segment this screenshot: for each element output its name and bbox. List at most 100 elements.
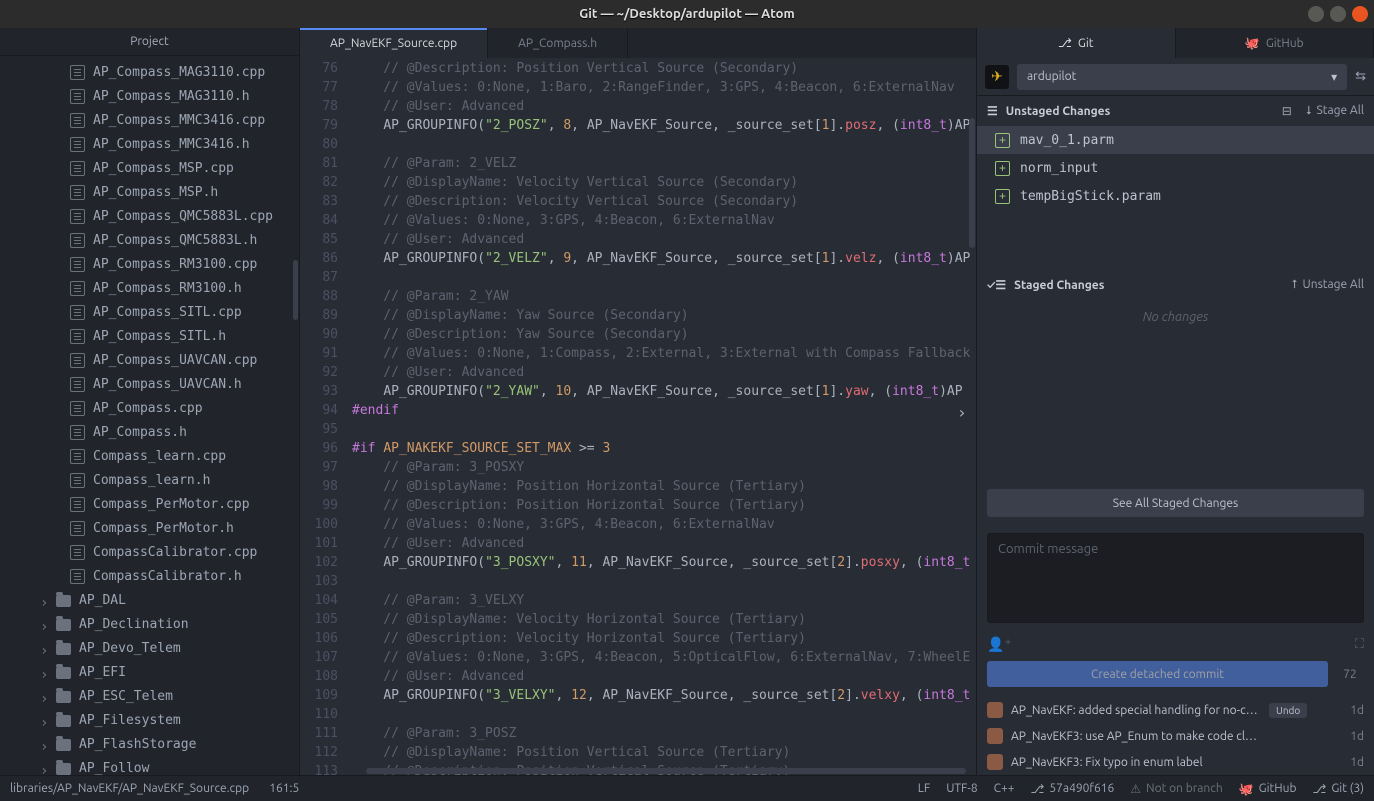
git-panel: ⎇ Git 🐙 GitHub ✈ ardupilot ▾ ⇆ ☰ Unstage… [976,28,1374,775]
editor-tabs: AP_NavEKF_Source.cppAP_Compass.h [300,28,976,58]
status-git[interactable]: ⎇ Git (3) [1313,782,1365,796]
folder-item[interactable]: AP_EFI [0,660,299,684]
folder-item[interactable]: AP_Follow [0,756,299,775]
file-label: Compass_PerMotor.h [93,521,234,536]
see-all-staged-button[interactable]: See All Staged Changes [987,489,1364,517]
file-label: Compass_PerMotor.cpp [93,497,250,512]
file-item[interactable]: AP_Compass_UAVCAN.h [0,372,299,396]
repo-selector[interactable]: ardupilot ▾ [1017,64,1347,90]
stage-all-button[interactable]: ⭣ Stage All [1306,104,1364,118]
file-item[interactable]: AP_Compass_QMC5883L.cpp [0,204,299,228]
folder-item[interactable]: AP_Devo_Telem [0,636,299,660]
code-scrollbar-h[interactable] [366,768,966,774]
change-filename: tempBigStick.param [1020,189,1161,204]
file-label: AP_Compass_SITL.h [93,329,226,344]
file-item[interactable]: AP_Compass_MSP.cpp [0,156,299,180]
change-filename: norm_input [1020,161,1098,176]
folder-label: AP_FlashStorage [79,737,196,752]
editor-tab[interactable]: AP_Compass.h [488,28,628,58]
file-item[interactable]: AP_Compass_UAVCAN.cpp [0,348,299,372]
file-item[interactable]: AP_Compass.h [0,420,299,444]
undo-button[interactable]: Undo [1269,703,1307,718]
file-item[interactable]: AP_Compass_MMC3416.cpp [0,108,299,132]
folder-label: AP_Follow [79,761,149,776]
folder-label: AP_Filesystem [79,713,181,728]
fetch-icon[interactable]: ⇆ [1355,69,1366,84]
file-icon [70,161,85,176]
file-item[interactable]: AP_Compass_MAG3110.h [0,84,299,108]
file-label: AP_Compass_QMC5883L.cpp [93,209,273,224]
chevron-right-icon [40,620,48,628]
window-maximize-button[interactable] [1330,6,1346,22]
chevron-right-icon [40,716,48,724]
folder-icon [56,595,71,607]
file-item[interactable]: Compass_learn.h [0,468,299,492]
staged-title: Staged Changes [1014,279,1104,292]
file-item[interactable]: Compass_PerMotor.cpp [0,492,299,516]
tree-scrollbar[interactable] [293,260,298,320]
folder-icon [56,667,71,679]
unstaged-item[interactable]: +tempBigStick.param [977,182,1374,210]
commit-message: AP_NavEKF3: Fix typo in enum label [1011,756,1203,769]
folder-item[interactable]: AP_Filesystem [0,708,299,732]
folder-icon [56,691,71,703]
status-encoding[interactable]: UTF-8 [946,782,977,795]
folder-item[interactable]: AP_ESC_Telem [0,684,299,708]
file-icon [70,353,85,368]
status-no-branch[interactable]: ⚠ Not on branch [1130,782,1222,796]
up-arrow-icon: ⭡ [1292,278,1298,292]
repo-name: ardupilot [1027,70,1076,83]
code-scrollbar-v[interactable] [969,118,975,248]
avatar-icon [987,728,1003,744]
expand-chevron-icon[interactable]: › [957,403,973,419]
tab-github[interactable]: 🐙 GitHub [1176,28,1374,58]
folder-icon [56,739,71,751]
file-icon [70,401,85,416]
recent-commit-item[interactable]: AP_NavEKF3: Fix typo in enum label1d [977,749,1374,775]
file-item[interactable]: AP_Compass_RM3100.cpp [0,252,299,276]
recent-commit-item[interactable]: AP_NavEKF: added special handling for no… [977,697,1374,723]
file-item[interactable]: Compass_PerMotor.h [0,516,299,540]
file-item[interactable]: CompassCalibrator.cpp [0,540,299,564]
status-language[interactable]: C++ [994,782,1015,795]
status-github[interactable]: 🐙 GitHub [1239,782,1297,796]
code-content[interactable]: // @Description: Position Vertical Sourc… [346,58,976,775]
file-label: AP_Compass_MMC3416.cpp [93,113,265,128]
file-item[interactable]: Compass_learn.cpp [0,444,299,468]
status-path[interactable]: libraries/AP_NavEKF/AP_NavEKF_Source.cpp [10,782,249,795]
commit-message-input[interactable]: Commit message [987,533,1364,623]
create-commit-button[interactable]: Create detached commit [987,661,1328,687]
collapse-icon[interactable]: ⊟ [1282,104,1292,118]
file-item[interactable]: AP_Compass_MMC3416.h [0,132,299,156]
editor-tab[interactable]: AP_NavEKF_Source.cpp [300,28,488,58]
file-item[interactable]: CompassCalibrator.h [0,564,299,588]
status-eol[interactable]: LF [918,782,930,795]
unstaged-item[interactable]: +norm_input [977,154,1374,182]
folder-icon [56,619,71,631]
status-revision[interactable]: ⎇ 57a490f616 [1031,782,1115,796]
file-item[interactable]: AP_Compass_RM3100.h [0,276,299,300]
unstage-all-button[interactable]: ⭡ Unstage All [1292,278,1364,292]
file-item[interactable]: AP_Compass_SITL.cpp [0,300,299,324]
file-item[interactable]: AP_Compass_SITL.h [0,324,299,348]
unstaged-item[interactable]: +mav_0_1.parm [977,126,1374,154]
folder-item[interactable]: AP_FlashStorage [0,732,299,756]
file-item[interactable]: AP_Compass_MSP.h [0,180,299,204]
unstaged-header: ☰ Unstaged Changes ⊟ ⭣ Stage All [977,96,1374,126]
tab-git[interactable]: ⎇ Git [977,28,1176,58]
file-item[interactable]: AP_Compass.cpp [0,396,299,420]
file-tree[interactable]: AP_Compass_MAG3110.cppAP_Compass_MAG3110… [0,56,299,775]
window-minimize-button[interactable] [1308,6,1324,22]
file-icon [70,233,85,248]
file-label: CompassCalibrator.h [93,569,242,584]
folder-label: AP_ESC_Telem [79,689,173,704]
status-position[interactable]: 161:5 [269,782,299,795]
window-close-button[interactable] [1352,6,1368,22]
file-item[interactable]: AP_Compass_QMC5883L.h [0,228,299,252]
folder-item[interactable]: AP_Declination [0,612,299,636]
folder-item[interactable]: AP_DAL [0,588,299,612]
coauthor-icon[interactable]: 👤⁺ [987,636,1012,653]
file-item[interactable]: AP_Compass_MAG3110.cpp [0,60,299,84]
expand-icon[interactable]: ⛶ [1355,637,1364,652]
recent-commit-item[interactable]: AP_NavEKF3: use AP_Enum to make code cle… [977,723,1374,749]
